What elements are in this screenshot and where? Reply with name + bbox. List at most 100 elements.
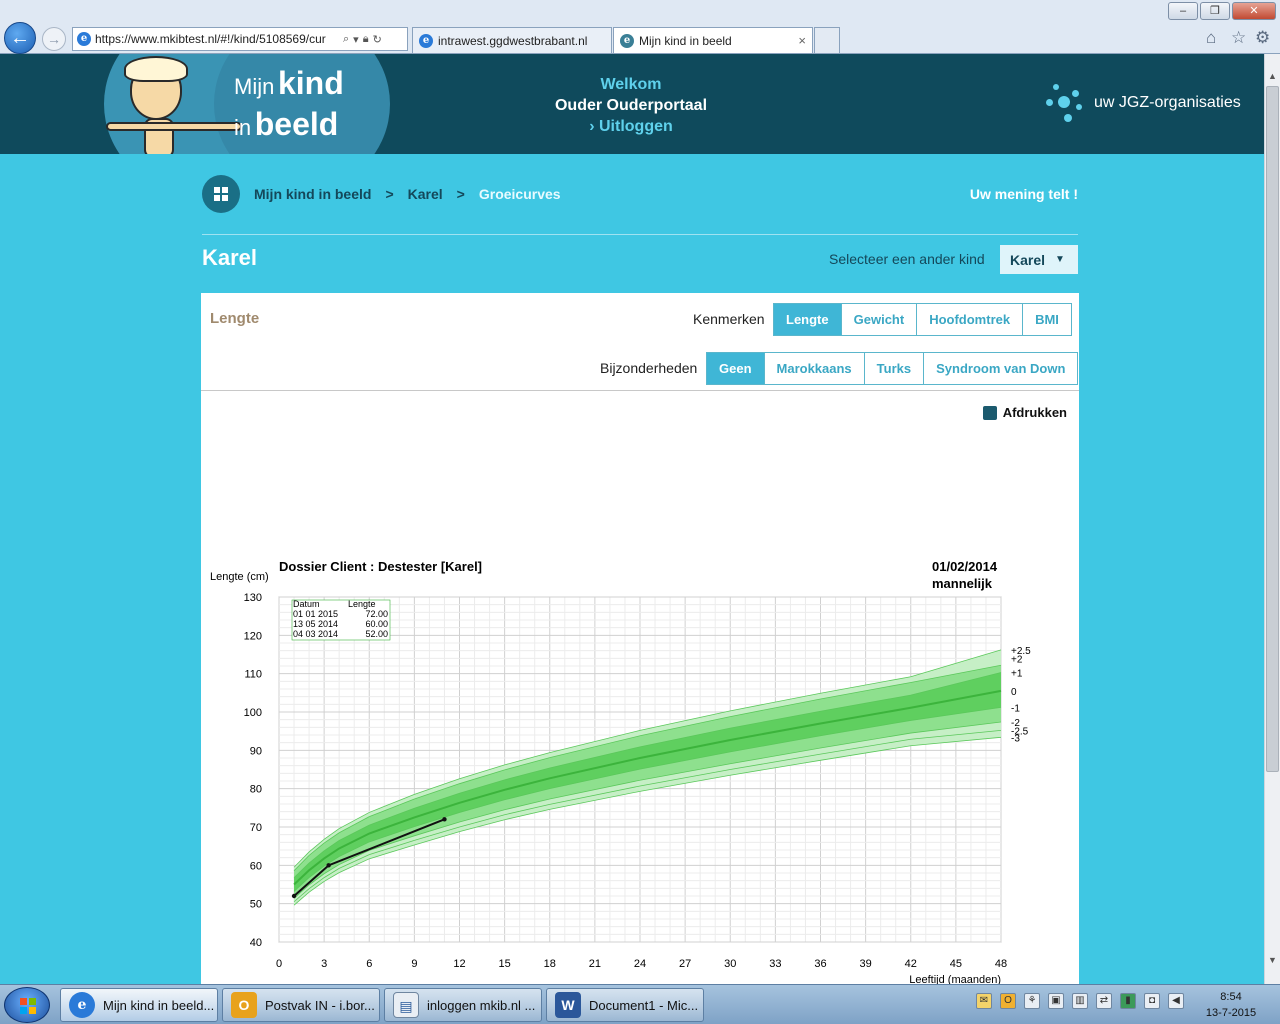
network-tray-icon[interactable]: ⚘ (1024, 993, 1040, 1009)
logo-kid-arm (106, 122, 242, 131)
sd-label: +1 (1011, 669, 1023, 680)
child-select-dropdown[interactable]: Karel ▼ (1000, 245, 1078, 274)
divider (201, 390, 1079, 391)
tab-mijn-kind-in-beeld[interactable]: e Mijn kind in beeld × (613, 27, 813, 53)
lengte-button[interactable]: Lengte (774, 304, 841, 335)
restore-button[interactable]: ❐ (1200, 2, 1230, 20)
url-text[interactable]: https://www.mkibtest.nl/#!/kind/5108569/… (95, 32, 339, 46)
hoofdomtrek-button[interactable]: Hoofdomtrek (916, 304, 1023, 335)
window-controls: – ❐ ✕ (1168, 2, 1276, 20)
x-tick-label: 30 (724, 958, 736, 970)
turks-button[interactable]: Turks (863, 353, 924, 384)
feedback-link[interactable]: Uw mening telt ! (970, 186, 1078, 202)
user-block: Welkom Ouder Ouderportaal › Uitloggen (530, 74, 732, 137)
logo-kid-hair (124, 56, 188, 82)
lock-icon[interactable]: 🔒︎ (363, 33, 369, 46)
x-tick-label: 36 (814, 958, 826, 970)
logo-text: beeld (254, 106, 339, 142)
gewicht-button[interactable]: Gewicht (840, 304, 917, 335)
browser-chrome: – ❐ ✕ ← → e https://www.mkibtest.nl/#!/k… (0, 0, 1280, 54)
breadcrumb-current: Groeicurves (478, 186, 561, 202)
print-label: Afdrukken (1002, 405, 1067, 420)
close-window-button[interactable]: ✕ (1232, 2, 1276, 20)
scroll-up-icon[interactable]: ▲ (1265, 68, 1280, 84)
clock-time: 8:54 (1220, 991, 1242, 1003)
org-label: uw JGZ-organisaties (1094, 94, 1241, 111)
bmi-button[interactable]: BMI (1022, 304, 1071, 335)
marokkaans-button[interactable]: Marokkaans (763, 353, 864, 384)
minimize-button[interactable]: – (1168, 2, 1198, 20)
home-grid-button[interactable] (202, 175, 240, 213)
printer-tray-icon[interactable]: ▣ (1048, 993, 1064, 1009)
lock-tray-icon[interactable]: ◘ (1144, 993, 1160, 1009)
ie-icon: e (69, 992, 95, 1018)
bijzonderheden-button-group: Geen Marokkaans Turks Syndroom van Down (706, 352, 1079, 385)
logout-link[interactable]: › Uitloggen (530, 116, 732, 137)
print-button[interactable]: Afdrukken (982, 405, 1067, 420)
table-cell-length: 52.00 (365, 629, 388, 639)
refresh-icon[interactable]: ↻ (373, 33, 382, 46)
address-bar[interactable]: e https://www.mkibtest.nl/#!/kind/510856… (72, 27, 408, 51)
page-scrollbar[interactable]: ▲ ▼ (1264, 54, 1280, 984)
dropdown-arrow-icon[interactable]: ▾ (353, 33, 359, 46)
clock[interactable]: 8:54 13-7-2015 (1196, 989, 1266, 1021)
mail-icon[interactable]: ✉ (976, 993, 992, 1009)
x-tick-label: 0 (276, 958, 282, 970)
new-tab-button[interactable] (814, 27, 840, 53)
chart-sex: mannelijk (932, 576, 993, 591)
taskbar-item-outlook[interactable]: O Postvak IN - i.bor... (222, 988, 380, 1022)
breadcrumb-child[interactable]: Karel (408, 186, 443, 202)
volume-icon[interactable]: ◀ (1168, 993, 1184, 1009)
outlook-tray-icon[interactable]: O (1000, 993, 1016, 1009)
logo-text: kind (277, 65, 344, 101)
taskbar-item-document[interactable]: ▤ inloggen mkib.nl ... (384, 988, 542, 1022)
battery-icon[interactable]: ▮ (1120, 993, 1136, 1009)
vm-icon[interactable]: ▥ (1072, 993, 1088, 1009)
table-cell-length: 72.00 (365, 609, 388, 619)
breadcrumb-separator: > (385, 186, 394, 202)
windows-logo-icon (20, 998, 36, 1014)
chevron-right-icon: › (589, 118, 595, 135)
x-axis-label: Leeftijd (maanden) (909, 974, 1001, 984)
back-button[interactable]: ← (4, 22, 36, 54)
breadcrumb-home[interactable]: Mijn kind in beeld (254, 186, 371, 202)
caret-down-icon: ▼ (1055, 254, 1065, 265)
x-tick-label: 33 (769, 958, 781, 970)
table-cell-length: 60.00 (365, 619, 388, 629)
scroll-thumb[interactable] (1266, 86, 1279, 772)
bijzonderheden-label: Bijzonderheden (600, 360, 698, 376)
forward-button[interactable]: → (42, 27, 66, 51)
ie-icon: e (419, 33, 433, 48)
favorites-star-icon[interactable]: ☆ (1231, 28, 1246, 48)
taskbar-item-ie[interactable]: e Mijn kind in beeld... (60, 988, 218, 1022)
y-tick-label: 110 (244, 669, 262, 681)
settings-gear-icon[interactable]: ⚙ (1255, 28, 1270, 48)
table-cell-date: 13 05 2014 (293, 619, 338, 629)
table-header-datum: Datum (293, 599, 320, 609)
logout-label: Uitloggen (599, 118, 673, 135)
geen-button[interactable]: Geen (707, 353, 764, 384)
close-tab-icon[interactable]: × (798, 33, 806, 48)
home-icon[interactable]: ⌂ (1206, 28, 1216, 48)
x-tick-label: 42 (905, 958, 917, 970)
search-icon[interactable]: ⌕ (343, 33, 349, 46)
table-cell-date: 04 03 2014 (293, 629, 338, 639)
network-icon (1044, 82, 1086, 124)
tab-label: Mijn kind in beeld (639, 33, 732, 48)
y-tick-label: 70 (250, 822, 262, 834)
org-link[interactable]: uw JGZ-organisaties (1044, 82, 1241, 124)
x-tick-label: 15 (499, 958, 511, 970)
start-button[interactable] (4, 987, 50, 1023)
select-child-label: Selecteer een ander kind (829, 251, 985, 267)
sd-label: -3 (1011, 733, 1020, 744)
scroll-down-icon[interactable]: ▼ (1265, 952, 1280, 968)
taskbar-item-word[interactable]: W Document1 - Mic... (546, 988, 704, 1022)
measurement-table: Datum Lengte 01 01 2015 72.00 13 05 2014… (291, 599, 391, 641)
y-tick-label: 60 (250, 860, 262, 872)
page-title: Karel (202, 245, 258, 270)
chart-title: Dossier Client : Destester [Karel] (279, 559, 482, 574)
syndroom-van-down-button[interactable]: Syndroom van Down (923, 353, 1078, 384)
sync-icon[interactable]: ⇄ (1096, 993, 1112, 1009)
site-logo[interactable]: Mijn kind in beeld (234, 66, 344, 148)
tab-intrawest[interactable]: e intrawest.ggdwestbrabant.nl (412, 27, 612, 53)
